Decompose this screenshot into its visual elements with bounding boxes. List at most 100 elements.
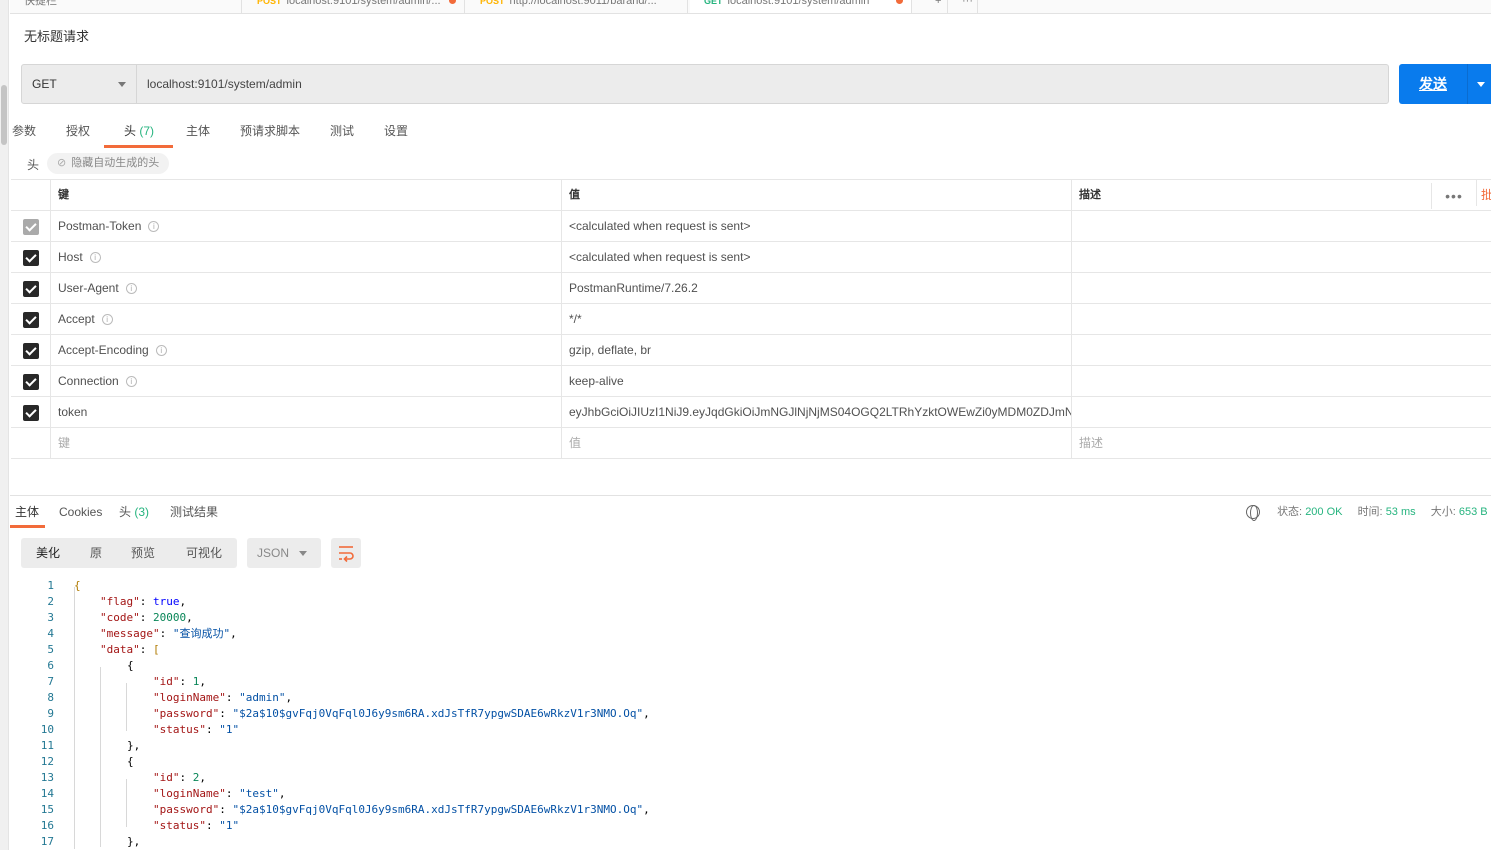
checkbox-cell	[11, 304, 51, 335]
response-tab-0[interactable]: 主体	[10, 500, 46, 528]
tab-method: GET	[704, 0, 723, 6]
headers-table: 键值描述•••批量编辑Postman-Tokeni<calculated whe…	[11, 179, 1491, 459]
header-key: Postman-Token	[58, 219, 142, 233]
view-mode-3[interactable]: 可视化	[186, 538, 222, 568]
tab-label: 主体	[186, 124, 211, 138]
description-placeholder[interactable]: 描述	[1072, 428, 1431, 459]
response-tab-3[interactable]: 测试结果	[170, 500, 218, 528]
scrollbar-thumb[interactable]	[1, 85, 7, 145]
send-button[interactable]: 发送	[1399, 64, 1491, 104]
tab-label: 测试结果	[170, 505, 219, 519]
view-mode-0[interactable]: 美化	[36, 538, 60, 568]
description-cell[interactable]	[1072, 211, 1431, 242]
description-cell[interactable]	[1072, 335, 1431, 366]
top-tab[interactable]: +	[921, 0, 948, 13]
top-tab[interactable]: POST localhost:9101/system/admin/...	[243, 0, 465, 13]
value-placeholder[interactable]: 值	[562, 428, 1072, 459]
time-value: 53 ms	[1385, 506, 1416, 518]
key-cell[interactable]: Postman-Token i	[51, 211, 562, 242]
info-icon[interactable]: i	[148, 221, 160, 233]
send-options-button[interactable]	[1467, 64, 1491, 104]
method-select[interactable]: GET	[22, 65, 137, 103]
size-label: 大小:	[1430, 506, 1456, 518]
key-cell[interactable]: token	[51, 397, 562, 428]
response-tab-1[interactable]: Cookies	[59, 500, 102, 528]
info-icon[interactable]: i	[101, 314, 113, 326]
top-tab[interactable]: 快捷栏	[10, 0, 242, 13]
line-number: 2	[47, 595, 54, 608]
json-token: {	[127, 755, 134, 768]
method-value: GET	[32, 77, 57, 91]
request-title[interactable]: 无标题请求	[24, 26, 89, 45]
tab-3[interactable]: 主体	[186, 118, 210, 148]
code-line: "loginName": "admin",	[153, 690, 292, 706]
key-placeholder[interactable]: 键	[51, 428, 562, 459]
top-tab[interactable]: GET localhost:9101/system/admin	[690, 0, 912, 13]
top-tab[interactable]: ···	[948, 0, 978, 13]
globe-icon[interactable]	[1246, 505, 1260, 522]
response-body-editor[interactable]: 1 {2 "flag": true, 3 "code": 20000, 4 "message…	[10, 578, 1491, 850]
wrap-icon	[339, 546, 354, 563]
json-token: :	[219, 707, 233, 720]
info-icon[interactable]: i	[125, 376, 137, 388]
header-value[interactable]: <calculated when request is sent>	[562, 242, 1072, 273]
row-checkbox[interactable]	[23, 374, 39, 390]
json-token: "loginName"	[153, 691, 226, 704]
row-checkbox[interactable]	[23, 281, 39, 297]
left-scrollbar[interactable]	[0, 0, 9, 850]
description-cell[interactable]	[1072, 397, 1431, 428]
json-token: "flag"	[100, 595, 140, 608]
row-checkbox[interactable]	[23, 405, 39, 421]
tab-1[interactable]: 授权	[66, 118, 90, 148]
row-checkbox[interactable]	[23, 312, 39, 328]
hide-auto-headers-button[interactable]: ⊘ 隐藏自动生成的头	[47, 153, 170, 174]
line-number: 4	[47, 627, 54, 640]
description-cell[interactable]	[1072, 304, 1431, 335]
line-number: 8	[47, 691, 54, 704]
json-token: "test"	[239, 787, 279, 800]
view-mode-1[interactable]: 原	[90, 538, 102, 568]
url-input[interactable]: localhost:9101/system/admin	[147, 65, 302, 103]
json-token: "查询成功"	[172, 627, 231, 640]
tab-4[interactable]: 预请求脚本	[240, 118, 300, 148]
wrap-lines-button[interactable]	[331, 538, 361, 568]
checkbox-cell	[11, 335, 51, 366]
more-options-button[interactable]: •••	[1431, 183, 1476, 209]
header-value[interactable]: keep-alive	[562, 366, 1072, 397]
chevron-down-icon	[299, 551, 307, 556]
key-cell[interactable]: Host i	[51, 242, 562, 273]
description-cell[interactable]	[1072, 273, 1431, 304]
code-line: "code": 20000,	[100, 610, 193, 626]
tab-label: localhost:9101/system/admin	[727, 0, 870, 7]
line-number: 9	[47, 707, 54, 720]
url-bar: GET localhost:9101/system/admin	[21, 64, 1389, 104]
tab-5[interactable]: 测试	[330, 118, 354, 148]
response-tab-2[interactable]: 头 (3)	[119, 500, 149, 528]
tab-6[interactable]: 设置	[384, 118, 408, 148]
key-cell[interactable]: User-Agent i	[51, 273, 562, 304]
format-select[interactable]: JSON	[247, 538, 321, 568]
info-icon[interactable]: i	[89, 252, 101, 264]
tab-2[interactable]: 头 (7)	[104, 118, 174, 148]
description-cell[interactable]	[1072, 366, 1431, 397]
view-mode-2[interactable]: 预览	[131, 538, 155, 568]
top-tab[interactable]: POST http://localhost:9011/barand/...	[466, 0, 688, 13]
row-checkbox[interactable]	[23, 219, 39, 235]
row-checkbox[interactable]	[23, 343, 39, 359]
tab-0[interactable]: 参数	[12, 118, 36, 148]
key-cell[interactable]: Accept-Encoding i	[51, 335, 562, 366]
info-icon[interactable]: i	[155, 345, 167, 357]
column-header: 键	[51, 180, 562, 211]
info-icon[interactable]: i	[125, 283, 137, 295]
bulk-edit-button[interactable]: 批量编辑	[1476, 180, 1491, 206]
description-cell[interactable]	[1072, 242, 1431, 273]
key-cell[interactable]: Connection i	[51, 366, 562, 397]
header-value[interactable]: */*	[562, 304, 1072, 335]
header-value[interactable]: gzip, deflate, br	[562, 335, 1072, 366]
header-value[interactable]: PostmanRuntime/7.26.2	[562, 273, 1072, 304]
row-checkbox[interactable]	[23, 250, 39, 266]
header-value[interactable]: <calculated when request is sent>	[562, 211, 1072, 242]
key-cell[interactable]: Accept i	[51, 304, 562, 335]
json-token: "$2a$10$gvFqj0VqFql0J6y9sm6RA.xdJsTfR7yp…	[232, 707, 644, 720]
header-value[interactable]: eyJhbGciOiJIUzI1NiJ9.eyJqdGkiOiJmNGJlNjN…	[562, 397, 1072, 428]
